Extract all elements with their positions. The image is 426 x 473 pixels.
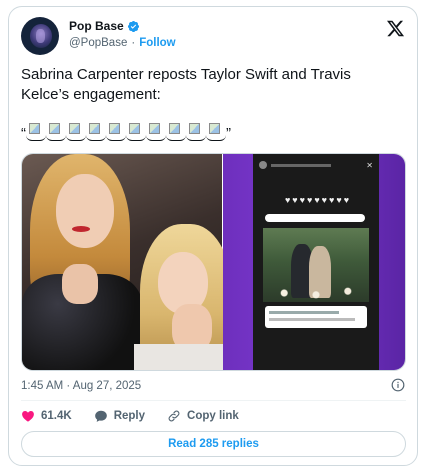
- reply-label: Reply: [113, 410, 146, 422]
- broken-image-glyph: [69, 123, 80, 134]
- broken-image-icon: [26, 123, 46, 143]
- story-screenshot: ✕ ♥ ♥ ♥ ♥ ♥ ♥ ♥ ♥ ♥: [253, 154, 379, 370]
- timestamp[interactable]: 1:45 AM · Aug 27, 2025: [21, 380, 141, 392]
- broken-image-glyph: [169, 123, 180, 134]
- emoji-underline: [106, 135, 126, 141]
- info-icon[interactable]: [391, 378, 405, 392]
- broken-image-glyph: [49, 123, 60, 134]
- photo-figure: [72, 226, 90, 232]
- story-caption-line: [269, 318, 355, 321]
- broken-image-glyph: [29, 123, 40, 134]
- avatar-highlight: [36, 29, 45, 43]
- story-heart-icon: ♥: [343, 195, 350, 205]
- copy-link-button[interactable]: Copy link: [167, 409, 239, 423]
- author-name[interactable]: Pop Base: [69, 19, 124, 33]
- like-button[interactable]: 61.4K: [21, 409, 72, 423]
- story-heart-icon: ♥: [284, 195, 291, 205]
- action-bar: 61.4K Reply Copy link: [21, 409, 261, 423]
- story-header: ✕: [259, 160, 373, 170]
- separator-dot: ·: [131, 37, 136, 49]
- emoji-group: [26, 123, 226, 143]
- emoji-underline: [166, 135, 186, 141]
- divider: [21, 400, 406, 401]
- story-hearts: ♥ ♥ ♥ ♥ ♥ ♥ ♥ ♥ ♥: [267, 196, 367, 205]
- author-name-row[interactable]: Pop Base: [69, 19, 140, 33]
- broken-image-icon: [146, 123, 166, 143]
- broken-image-glyph: [189, 123, 200, 134]
- reply-icon: [94, 410, 107, 422]
- quote-close: ”: [226, 124, 231, 142]
- broken-image-icon: [206, 123, 226, 143]
- emoji-underline: [126, 135, 146, 141]
- photo-right[interactable]: ✕ ♥ ♥ ♥ ♥ ♥ ♥ ♥ ♥ ♥: [223, 154, 405, 370]
- story-heart-icon: ♥: [299, 195, 305, 205]
- tweet-card: Pop Base @PopBase · Follow Sabrina Carpe…: [8, 6, 418, 466]
- story-username: [271, 163, 331, 167]
- photo-figure: [62, 264, 98, 304]
- emoji-underline: [146, 135, 166, 141]
- link-icon: [168, 410, 180, 422]
- broken-image-glyph: [89, 123, 100, 134]
- broken-image-icon: [46, 123, 66, 143]
- story-heart-icon: ♥: [321, 195, 328, 205]
- broken-image-glyph: [149, 123, 160, 134]
- broken-image-icon: [186, 123, 206, 143]
- photo-flowers: [263, 284, 369, 302]
- story-mention-bar: [265, 214, 365, 222]
- follow-button[interactable]: Follow: [139, 37, 175, 49]
- verified-badge-icon: [127, 20, 139, 32]
- broken-image-icon: [106, 123, 126, 143]
- story-heart-icon: ♥: [314, 195, 320, 205]
- emoji-underline: [186, 135, 206, 141]
- emoji-underline: [206, 135, 226, 141]
- story-heart-icon: ♥: [329, 195, 335, 205]
- avatar[interactable]: [21, 17, 59, 55]
- broken-image-glyph: [129, 123, 140, 134]
- photo-figure: [134, 344, 224, 370]
- broken-image-icon: [126, 123, 146, 143]
- reply-button[interactable]: Reply: [94, 409, 145, 423]
- broken-image-glyph: [109, 123, 120, 134]
- photo-left[interactable]: [22, 154, 232, 370]
- story-avatar: [259, 161, 267, 169]
- story-heart-icon: ♥: [292, 195, 298, 205]
- like-count: 61.4K: [41, 410, 72, 422]
- broken-image-icon: [66, 123, 86, 143]
- story-heart-icon: ♥: [306, 195, 313, 205]
- story-caption-box: [265, 306, 367, 328]
- emoji-underline: [66, 135, 86, 141]
- emoji-row: “ ”: [21, 123, 231, 143]
- emoji-underline: [46, 135, 66, 141]
- broken-image-icon: [166, 123, 186, 143]
- emoji-underline: [86, 135, 106, 141]
- photo-figure: [56, 174, 114, 248]
- emoji-underline: [26, 135, 46, 141]
- heart-icon: [22, 410, 34, 422]
- x-logo-icon[interactable]: [386, 19, 405, 38]
- author-handle[interactable]: @PopBase: [69, 37, 127, 49]
- copy-link-label: Copy link: [187, 410, 239, 422]
- close-icon: ✕: [366, 160, 373, 170]
- story-heart-icon: ♥: [336, 195, 342, 205]
- handle-row: @PopBase · Follow: [69, 37, 176, 49]
- story-caption-line: [269, 311, 339, 314]
- tweet-text: Sabrina Carpenter reposts Taylor Swift a…: [21, 66, 351, 103]
- read-replies-button[interactable]: Read 285 replies: [21, 431, 406, 457]
- broken-image-icon: [86, 123, 106, 143]
- media-grid[interactable]: ✕ ♥ ♥ ♥ ♥ ♥ ♥ ♥ ♥ ♥: [21, 153, 406, 371]
- broken-image-glyph: [209, 123, 220, 134]
